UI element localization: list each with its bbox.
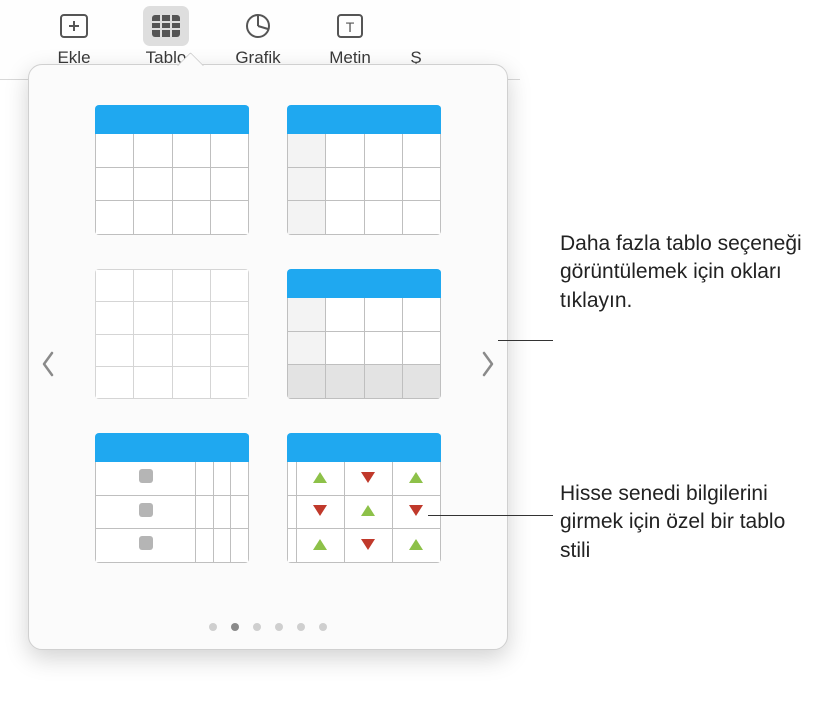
chart-icon <box>235 6 281 46</box>
table-style-header-footer[interactable] <box>287 269 441 399</box>
page-dot[interactable] <box>297 623 305 631</box>
callout-arrows-line <box>498 340 553 341</box>
table-style-stock[interactable] <box>287 433 441 563</box>
page-dot[interactable] <box>231 623 239 631</box>
insert-icon <box>51 6 97 46</box>
callout-stock-line <box>428 515 553 516</box>
table-styles-popover <box>28 64 508 650</box>
svg-text:T: T <box>346 19 355 35</box>
shape-icon <box>393 6 439 46</box>
table-style-blue-header-firstcol[interactable] <box>287 105 441 235</box>
text-icon: T <box>327 6 373 46</box>
table-style-blue-header[interactable] <box>95 105 249 235</box>
callout-stock: Hisse senedi bilgilerini girmek için öze… <box>560 480 800 565</box>
table-style-checkbox[interactable] <box>95 433 249 563</box>
table-style-plain[interactable] <box>95 269 249 399</box>
page-dots <box>29 623 507 631</box>
page-dot[interactable] <box>253 623 261 631</box>
table-icon <box>143 6 189 46</box>
table-style-grid <box>59 105 477 563</box>
page-dot[interactable] <box>209 623 217 631</box>
page-dot[interactable] <box>319 623 327 631</box>
callout-arrows: Daha fazla tablo seçeneği görüntülemek i… <box>560 230 810 315</box>
next-page-arrow[interactable] <box>475 339 501 389</box>
prev-page-arrow[interactable] <box>35 339 61 389</box>
page-dot[interactable] <box>275 623 283 631</box>
